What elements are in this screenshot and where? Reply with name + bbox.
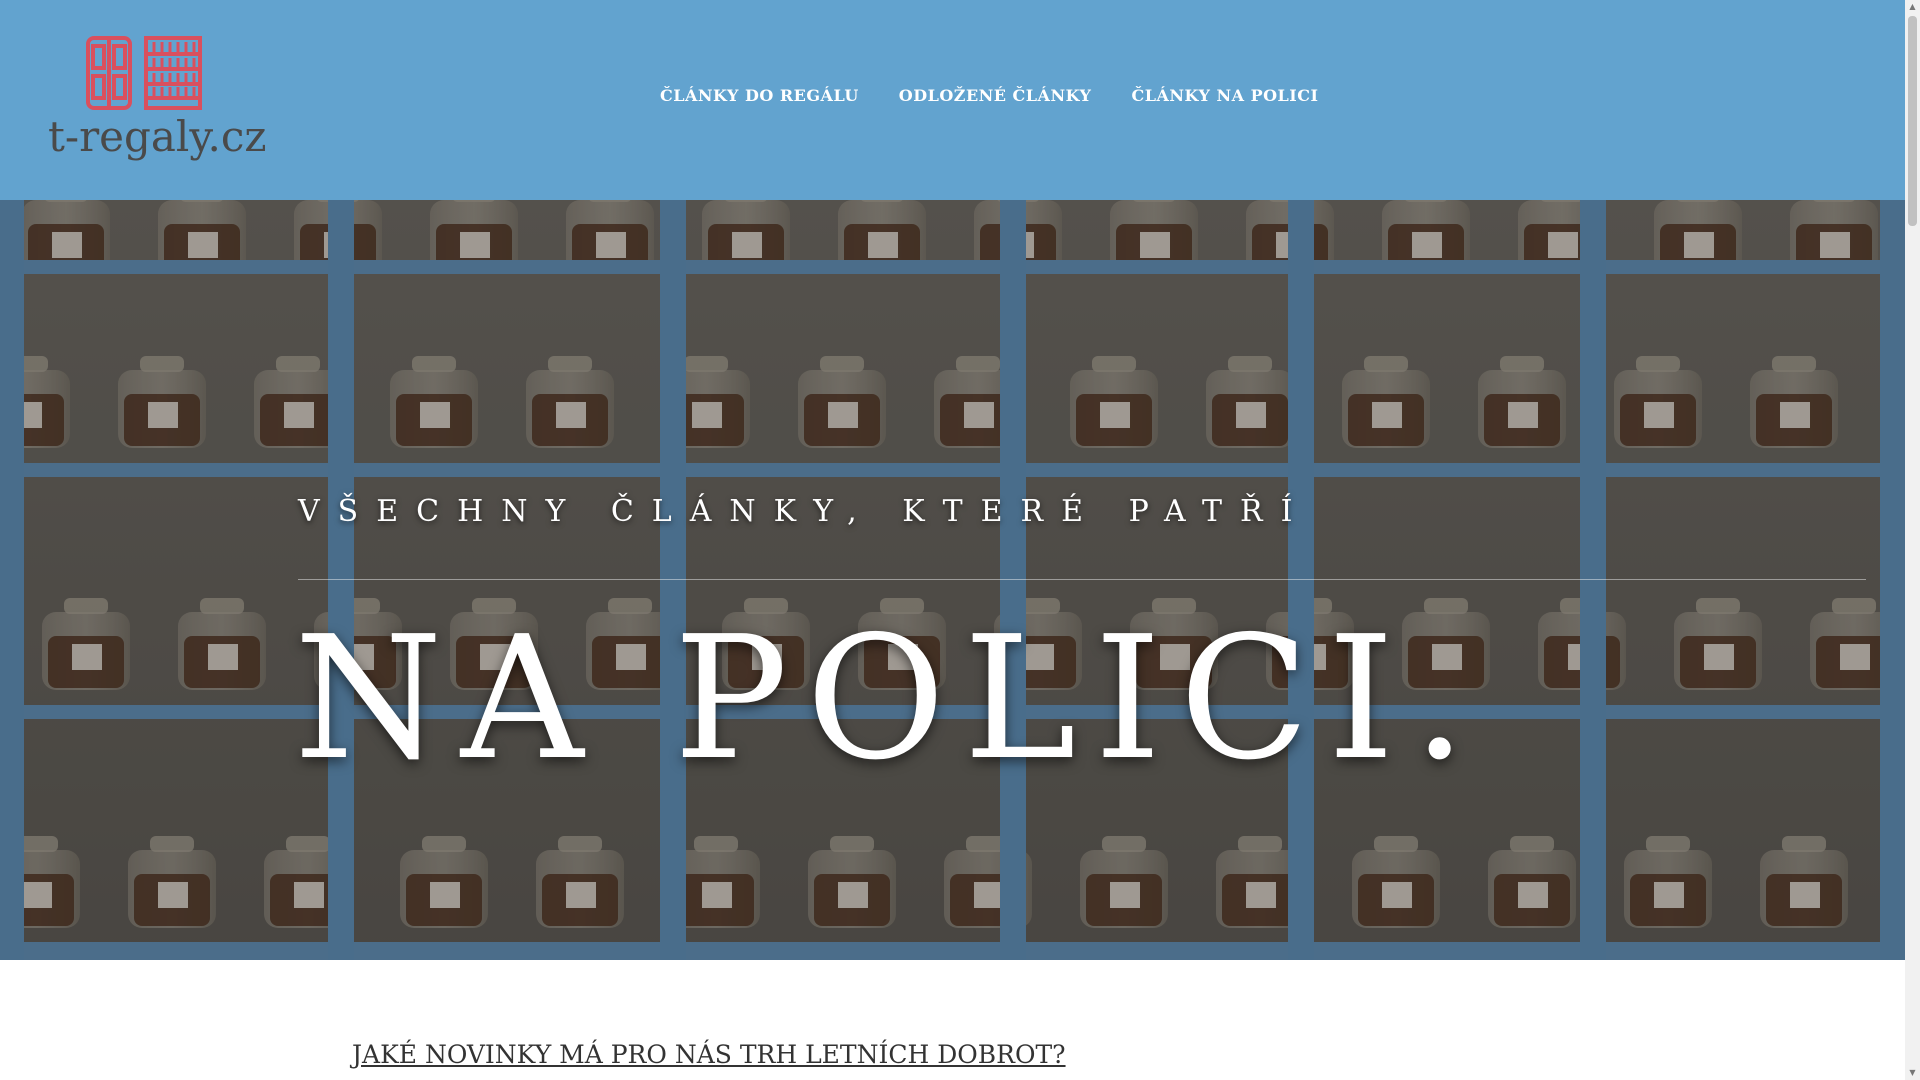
scroll-up-icon[interactable]: ▲ [1905,0,1920,14]
nav-item-clanky-do-regalu[interactable]: ČLÁNKY DO REGÁLU [660,86,859,105]
hero-dark-overlay [0,200,1905,960]
main-nav: ČLÁNKY DO REGÁLU ODLOŽENÉ ČLÁNKY ČLÁNKY … [660,86,1319,105]
scroll-down-icon[interactable]: ▼ [1905,1066,1920,1080]
hero-banner: VŠECHNY ČLÁNKY, KTERÉ PATŘÍ NA POLICI. [0,200,1905,960]
site-logo[interactable]: t-regaly.cz [48,32,267,172]
page: t-regaly.cz ČLÁNKY DO REGÁLU ODLOŽENÉ ČL… [0,0,1920,1080]
site-header: t-regaly.cz ČLÁNKY DO REGÁLU ODLOŽENÉ ČL… [0,0,1905,200]
hero-title: NA POLICI. [294,600,1485,798]
page-scrollbar[interactable]: ▲ ▼ [1905,0,1920,1080]
tea-cabinet-logo-icon [86,36,202,110]
hero-subtitle: VŠECHNY ČLÁNKY, KTERÉ PATŘÍ [298,494,1311,529]
article-title-link[interactable]: JAKÉ NOVINKY MÁ PRO NÁS TRH LETNÍCH DOBR… [352,1040,1066,1069]
hero-divider [298,579,1866,580]
logo-text: t-regaly.cz [48,112,267,161]
nav-item-odlozene-clanky[interactable]: ODLOŽENÉ ČLÁNKY [899,86,1092,105]
nav-item-clanky-na-polici[interactable]: ČLÁNKY NA POLICI [1131,86,1318,105]
scroll-thumb[interactable] [1908,16,1917,226]
